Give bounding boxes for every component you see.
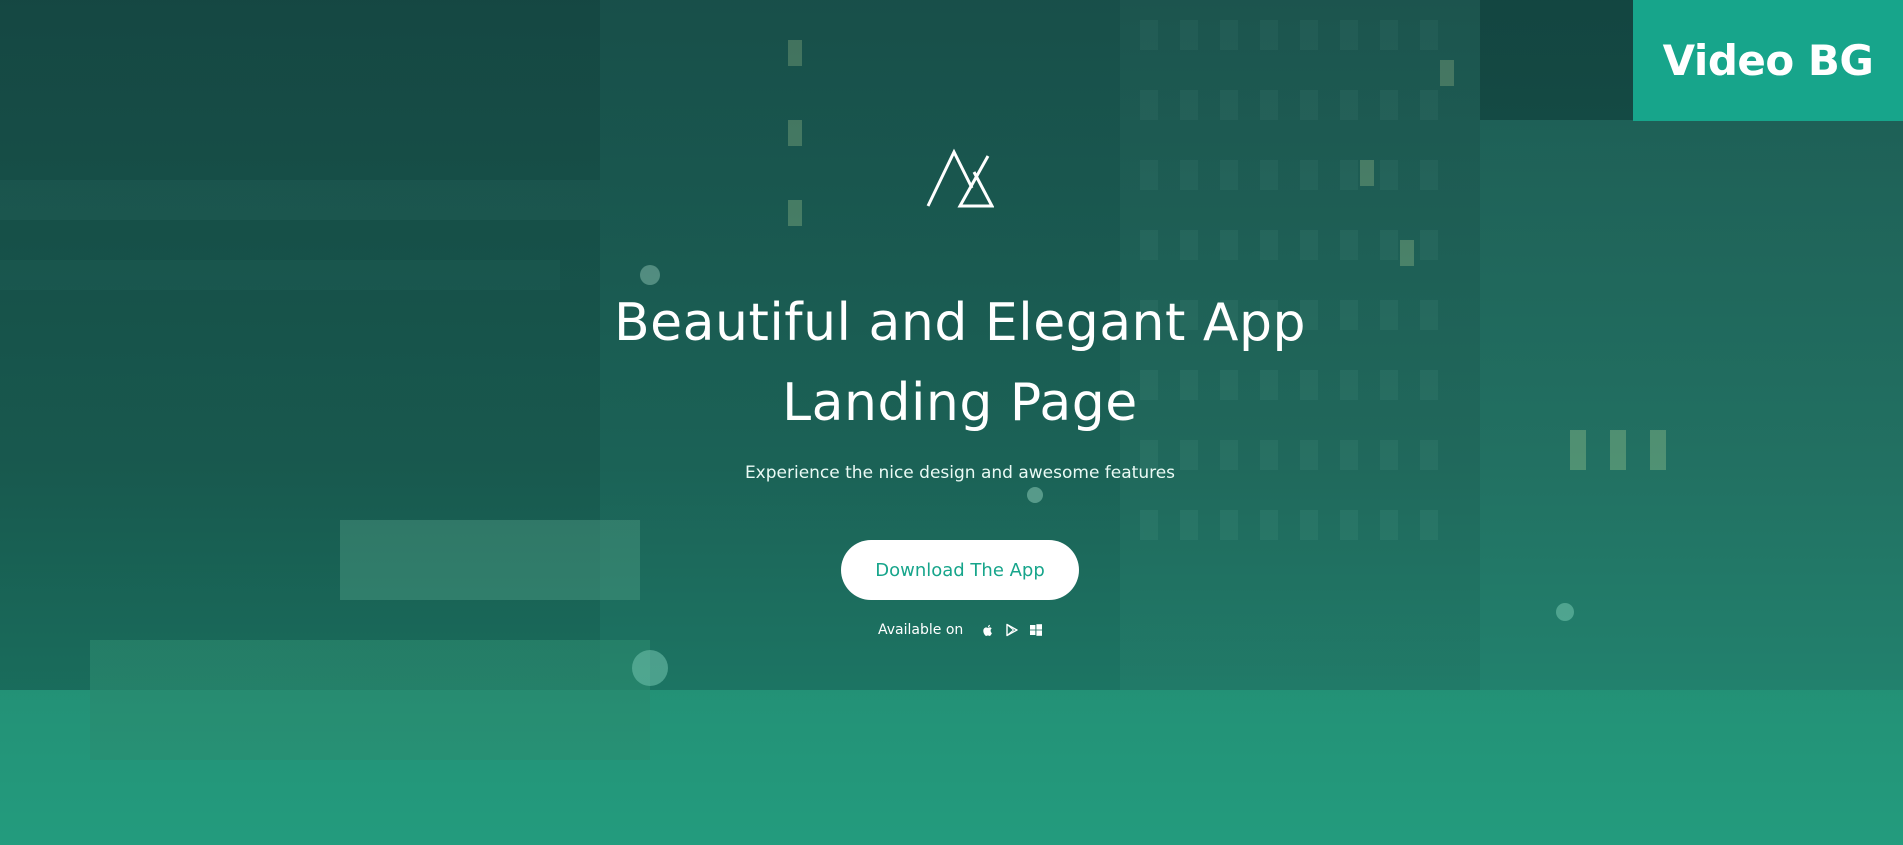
available-on-row: Available on bbox=[878, 622, 1053, 638]
headline-line-2: Landing Page bbox=[782, 373, 1138, 433]
windows-icon[interactable] bbox=[1029, 623, 1043, 637]
hero-subtitle: Experience the nice design and awesome f… bbox=[744, 463, 1176, 483]
apple-icon[interactable] bbox=[981, 623, 995, 637]
hero-section: Video BG Beautiful and Elegant App Landi… bbox=[0, 0, 1903, 845]
video-bg-badge: Video BG bbox=[1633, 0, 1903, 121]
hero-headline: Beautiful and Elegant App Landing Page bbox=[0, 283, 1903, 443]
headline-line-1: Beautiful and Elegant App bbox=[613, 293, 1307, 353]
google-play-icon[interactable] bbox=[1005, 623, 1019, 637]
available-on-label: Available on bbox=[878, 622, 964, 638]
download-app-button[interactable]: Download The App bbox=[841, 540, 1079, 600]
mountain-logo-icon bbox=[926, 148, 994, 208]
